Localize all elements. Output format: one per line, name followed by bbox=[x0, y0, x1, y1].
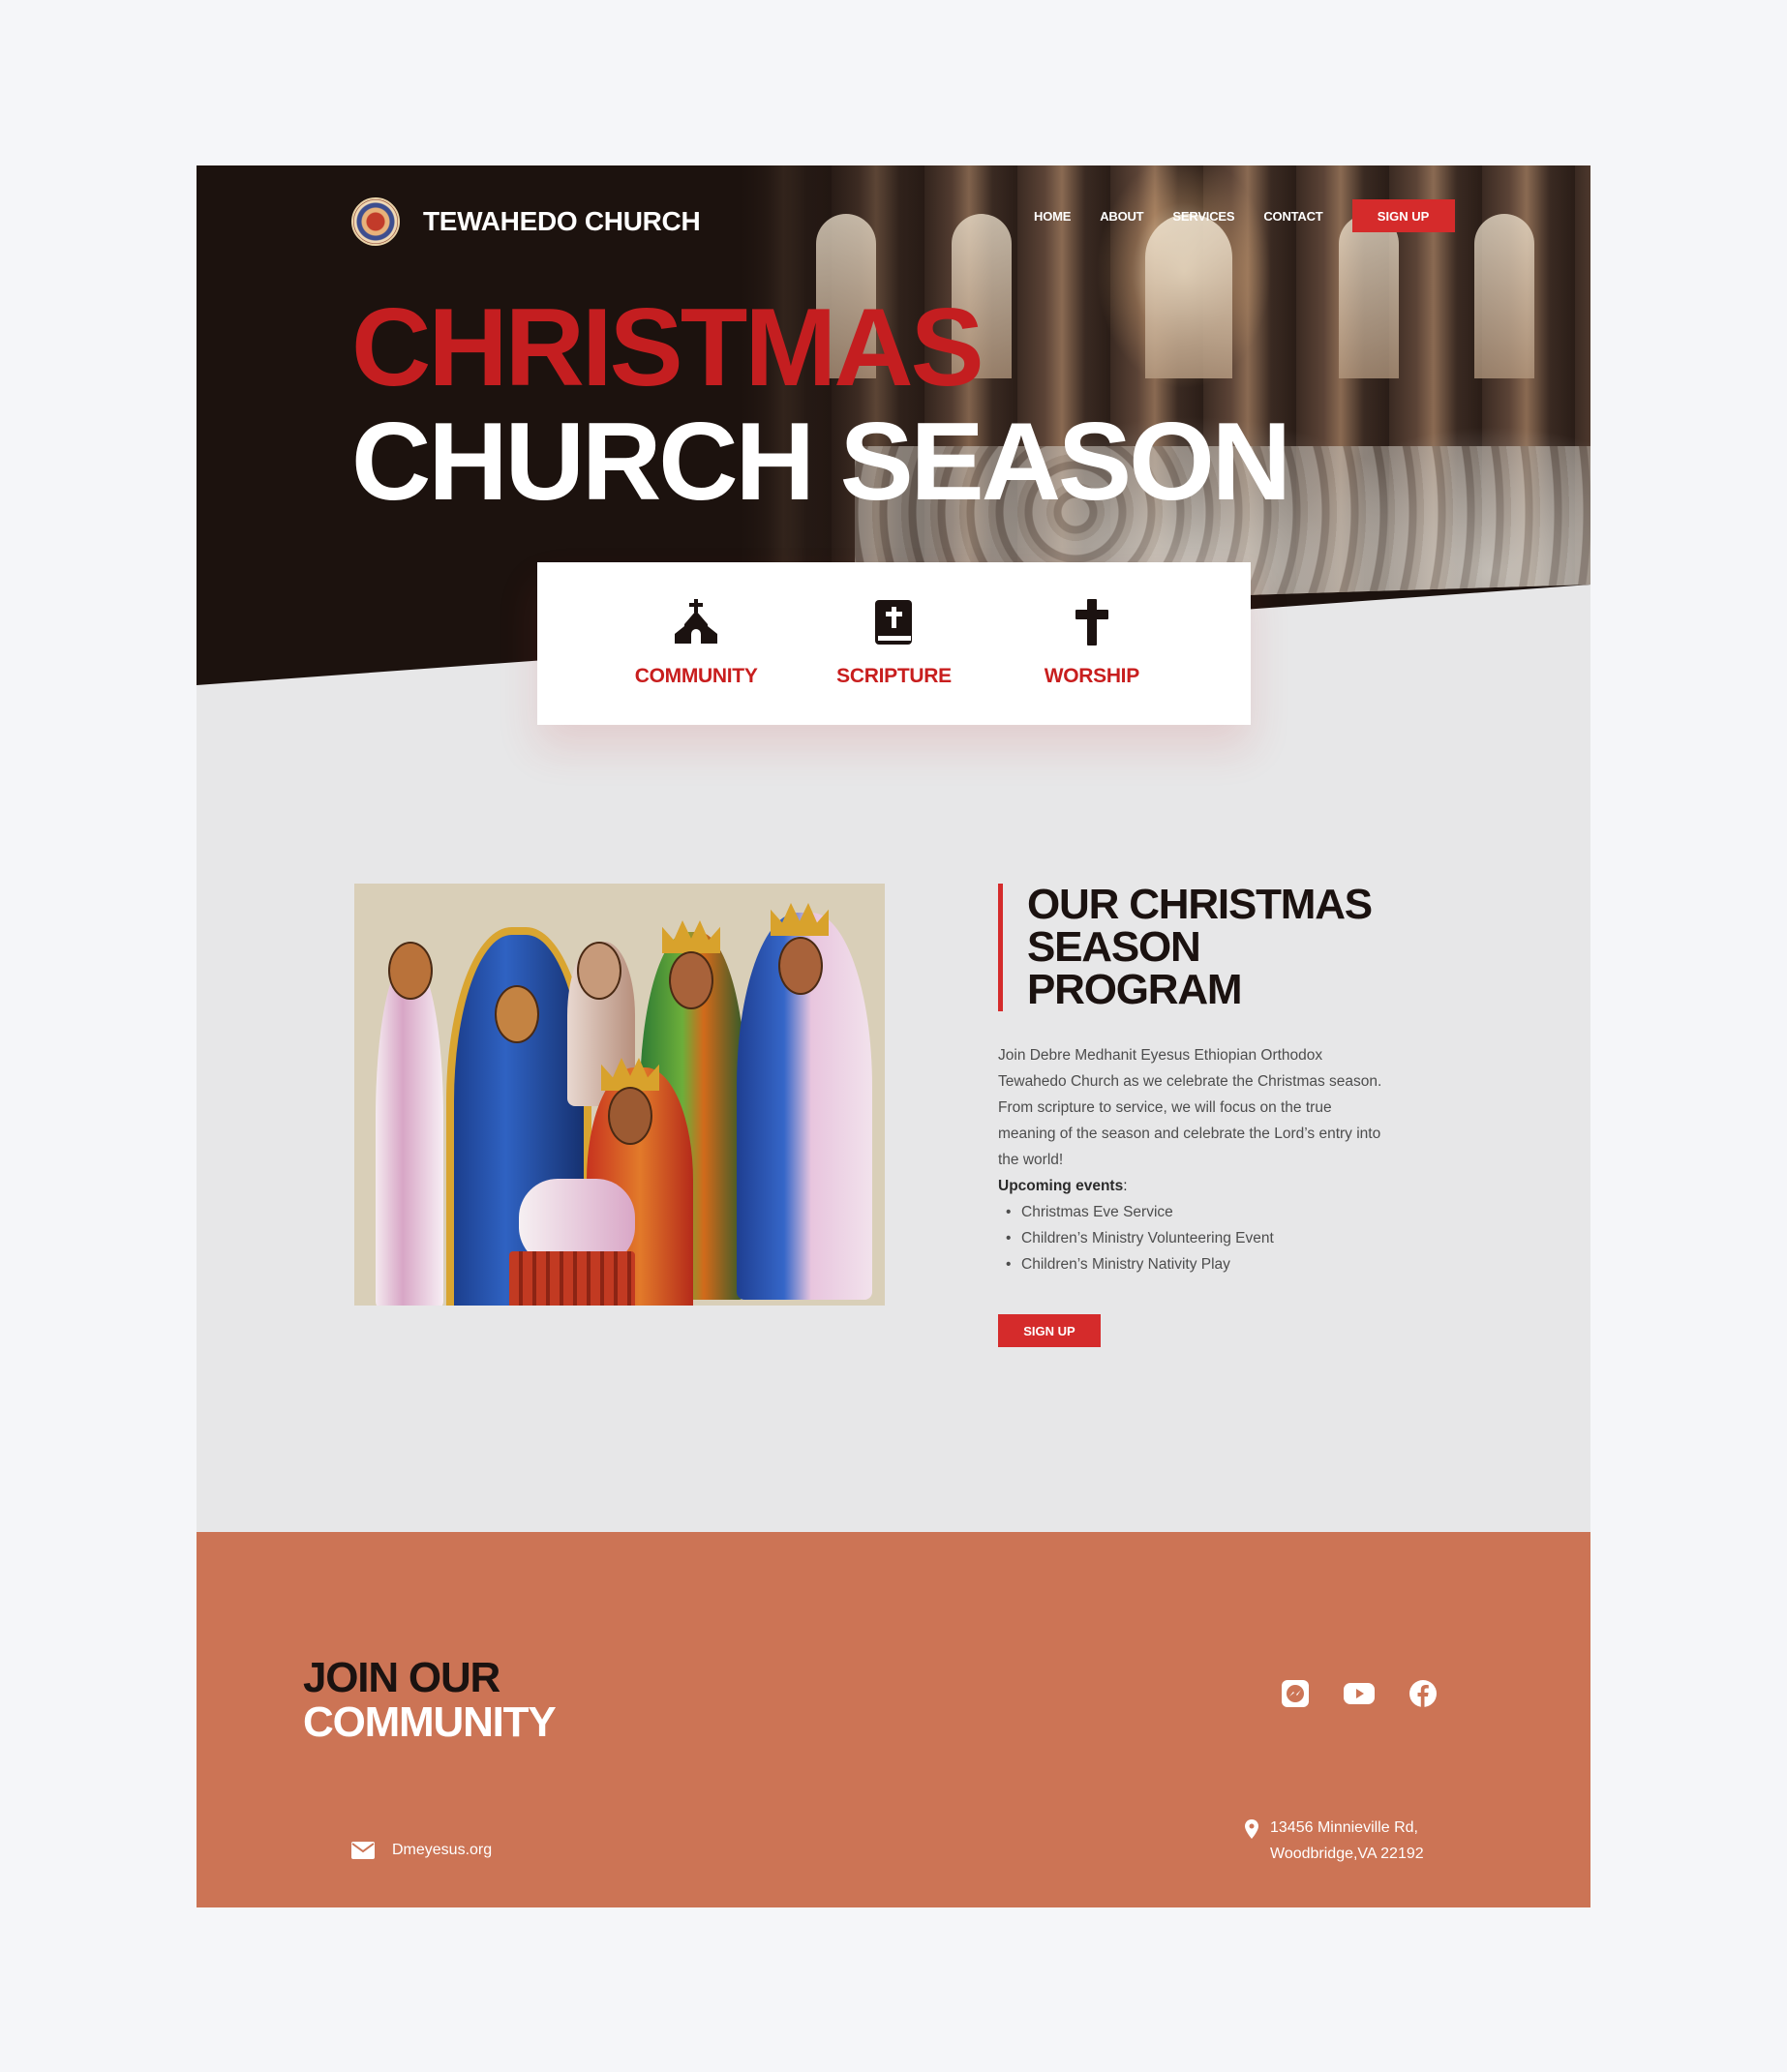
location-pin-icon bbox=[1245, 1819, 1258, 1839]
hero-title-line1: CHRISTMAS bbox=[351, 286, 984, 409]
messenger-icon[interactable] bbox=[1281, 1679, 1310, 1708]
feature-community[interactable]: COMMUNITY bbox=[619, 562, 773, 725]
event-item: Children’s Ministry Volunteering Event bbox=[998, 1225, 1405, 1251]
program-title: OUR CHRISTMAS SEASON PROGRAM bbox=[998, 884, 1405, 1011]
event-item: Christmas Eve Service bbox=[998, 1199, 1405, 1225]
address-line1: 13456 Minnieville Rd, bbox=[1270, 1819, 1418, 1836]
footer: JOIN OUR COMMUNITY Dmeyesus.org 13456 Mi… bbox=[197, 1532, 1590, 1907]
feature-worship[interactable]: WORSHIP bbox=[1015, 562, 1169, 725]
events-list: Christmas Eve Service Children’s Ministr… bbox=[998, 1199, 1405, 1277]
join-line1: JOIN OUR bbox=[303, 1654, 500, 1701]
contact-address: 13456 Minnieville Rd, Woodbridge,VA 2219… bbox=[1245, 1815, 1424, 1867]
header-signup-button[interactable]: SIGN UP bbox=[1351, 199, 1455, 232]
feature-label: WORSHIP bbox=[1044, 665, 1140, 687]
painting-face bbox=[669, 951, 713, 1009]
page-frame: TEWAHEDO CHURCH HOME ABOUT SERVICES CONT… bbox=[197, 165, 1590, 1907]
program-signup-button[interactable]: SIGN UP bbox=[998, 1314, 1101, 1347]
program-description: Join Debre Medhanit Eyesus Ethiopian Ort… bbox=[998, 1047, 1382, 1168]
address-text: 13456 Minnieville Rd, Woodbridge,VA 2219… bbox=[1270, 1815, 1424, 1867]
nav-contact[interactable]: CONTACT bbox=[1263, 209, 1322, 224]
upcoming-events-label: Upcoming events: bbox=[998, 1173, 1405, 1199]
bible-icon bbox=[875, 600, 913, 645]
feature-scripture[interactable]: SCRIPTURE bbox=[816, 562, 971, 725]
feature-label: COMMUNITY bbox=[634, 665, 758, 687]
church-icon bbox=[675, 599, 718, 644]
photo-arch bbox=[1474, 214, 1534, 378]
brand-name: TEWAHEDO CHURCH bbox=[423, 206, 701, 236]
envelope-icon bbox=[351, 1842, 375, 1859]
painting-face bbox=[495, 985, 539, 1043]
address-line2: Woodbridge,VA 22192 bbox=[1270, 1846, 1424, 1862]
nav-about[interactable]: ABOUT bbox=[1100, 209, 1143, 224]
painting-face bbox=[778, 937, 823, 995]
features-card: COMMUNITY SCRIPTURE WORSHIP bbox=[537, 562, 1251, 725]
feature-label: SCRIPTURE bbox=[836, 665, 952, 687]
painting-figure bbox=[376, 961, 443, 1306]
cross-icon bbox=[1075, 599, 1108, 646]
upcoming-label-text: Upcoming events bbox=[998, 1178, 1124, 1194]
church-logo bbox=[351, 197, 400, 246]
program-section: OUR CHRISTMAS SEASON PROGRAM Join Debre … bbox=[998, 884, 1405, 1347]
brand[interactable]: TEWAHEDO CHURCH bbox=[351, 197, 701, 246]
nav-services[interactable]: SERVICES bbox=[1172, 209, 1234, 224]
facebook-icon[interactable] bbox=[1408, 1679, 1438, 1708]
photo-arch bbox=[1339, 214, 1399, 378]
program-title-line1: OUR CHRISTMAS bbox=[1027, 881, 1373, 928]
nav-home[interactable]: HOME bbox=[1034, 209, 1071, 224]
hero-title-line2: CHURCH SEASON bbox=[351, 401, 1291, 524]
email-text: Dmeyesus.org bbox=[392, 1842, 493, 1858]
program-title-line2: SEASON PROGRAM bbox=[1027, 923, 1243, 1013]
youtube-icon[interactable] bbox=[1343, 1679, 1376, 1708]
painting-manger bbox=[509, 1251, 635, 1306]
photo-arch bbox=[1145, 214, 1232, 378]
painting-face bbox=[577, 942, 621, 1000]
painting-face bbox=[608, 1087, 652, 1145]
main-nav: HOME ABOUT SERVICES CONTACT SIGN UP bbox=[1034, 199, 1455, 232]
upcoming-label-colon: : bbox=[1123, 1178, 1128, 1194]
painting-face bbox=[388, 942, 433, 1000]
nativity-painting bbox=[354, 884, 885, 1306]
join-heading: JOIN OUR COMMUNITY bbox=[303, 1654, 557, 1746]
contact-email[interactable]: Dmeyesus.org bbox=[351, 1842, 492, 1859]
event-item: Children’s Ministry Nativity Play bbox=[998, 1251, 1405, 1277]
join-line2: COMMUNITY bbox=[303, 1698, 557, 1746]
social-links bbox=[1281, 1679, 1438, 1708]
